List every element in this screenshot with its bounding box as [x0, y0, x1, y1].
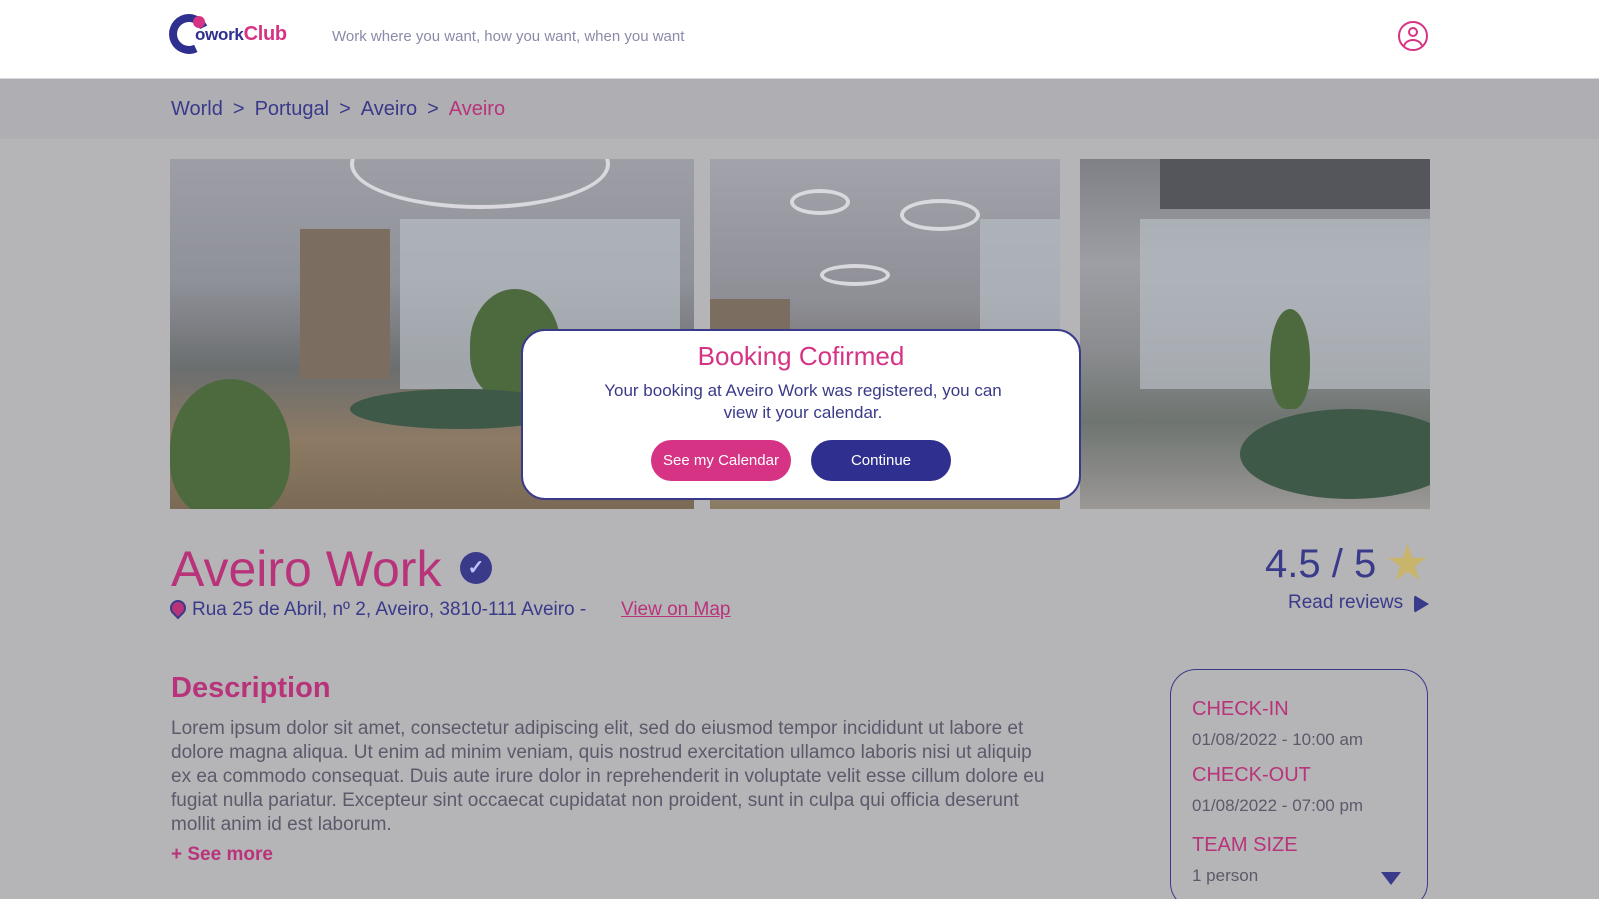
booking-card: CHECK-IN 01/08/2022 - 10:00 am CHECK-OUT… — [1170, 669, 1428, 899]
modal-title: Booking Cofirmed — [697, 341, 905, 371]
breadcrumb-aveiro[interactable]: Aveiro — [361, 98, 417, 121]
header: oworkClub Work where you want, how you w… — [0, 0, 1599, 79]
dropdown-arrow-icon[interactable] — [1381, 872, 1401, 885]
address: Rua 25 de Abril, nº 2, Aveiro, 3810-111 … — [192, 599, 587, 620]
continue-button[interactable]: Continue — [811, 440, 951, 481]
checkin-value[interactable]: 01/08/2022 - 10:00 am — [1192, 730, 1363, 750]
star-icon: ★ — [1385, 535, 1430, 591]
team-size-label: TEAM SIZE — [1192, 834, 1298, 856]
space-photo-3[interactable] — [1080, 159, 1430, 509]
modal-text: Your booking at Aveiro Work was register… — [604, 381, 1002, 422]
checkin-label: CHECK-IN — [1192, 698, 1289, 720]
breadcrumb-separator: > — [232, 98, 245, 120]
tagline: Work where you want, how you want, when … — [332, 28, 685, 45]
logo-text: oworkClub — [195, 23, 287, 45]
see-more-link[interactable]: + See more — [171, 844, 273, 866]
space-title: Aveiro Work — [171, 541, 442, 597]
description-title: Description — [171, 672, 331, 704]
rating-value: 4.5 / 5 — [1265, 542, 1377, 586]
checkout-value[interactable]: 01/08/2022 - 07:00 pm — [1192, 796, 1363, 816]
breadcrumb-current: Aveiro — [448, 98, 506, 120]
breadcrumb-portugal[interactable]: Portugal — [255, 98, 330, 121]
read-reviews-link[interactable]: Read reviews — [1288, 592, 1403, 614]
checkout-label: CHECK-OUT — [1192, 764, 1311, 786]
breadcrumb: World > Portugal > Aveiro > Aveiro — [171, 98, 505, 121]
verified-icon: ✓ — [460, 552, 492, 584]
logo[interactable]: oworkClub — [163, 8, 294, 60]
see-calendar-button[interactable]: See my Calendar — [651, 440, 791, 481]
breadcrumb-separator: > — [427, 98, 439, 120]
description-text: Lorem ipsum dolor sit amet, consectetur … — [171, 718, 1045, 835]
booking-confirmed-modal: Booking Cofirmed Your booking at Aveiro … — [521, 329, 1081, 500]
breadcrumb-world[interactable]: World — [171, 98, 223, 121]
view-on-map-link[interactable]: View on Map — [621, 599, 731, 621]
team-size-value[interactable]: 1 person — [1192, 866, 1258, 886]
user-icon[interactable] — [1398, 21, 1428, 51]
breadcrumb-separator: > — [339, 98, 351, 120]
